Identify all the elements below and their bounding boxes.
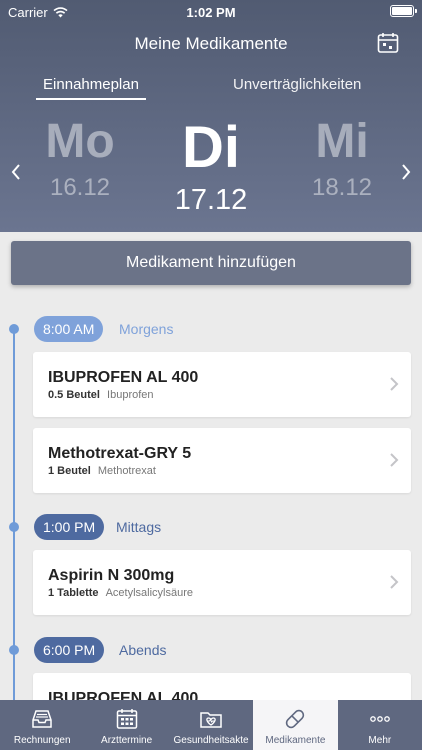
health-folder-icon	[200, 712, 222, 728]
medication-substance: Acetylsalicylsäure	[105, 587, 194, 599]
medication-name: IBUPROFEN AL 400	[48, 369, 199, 386]
day-previous-date: 16.12	[49, 174, 111, 201]
calendar-icon[interactable]	[376, 31, 400, 55]
tabbar-item-medikamente[interactable]: Medikamente	[253, 700, 338, 750]
chevron-right-icon	[390, 575, 399, 589]
tab-unvertraeglichkeiten[interactable]: Unverträglichkeiten	[233, 76, 361, 93]
calendar-grid-icon	[116, 709, 137, 729]
tab-bar: Rechnungen Arzttermine Gesundheitsakte M…	[0, 700, 422, 750]
medication-dose: 1 Tablette	[48, 587, 99, 599]
tabbar-label: Mehr	[368, 735, 392, 746]
tabbar-item-gesundheitsakte[interactable]: Gesundheitsakte	[169, 700, 253, 750]
day-next-date: 18.12	[311, 174, 373, 201]
next-day-button[interactable]	[396, 160, 416, 184]
medication-name: Methotrexat-GRY 5	[48, 445, 192, 462]
chevron-right-icon	[402, 164, 411, 180]
time-pill-morning: 8:00 AM	[34, 316, 104, 342]
medication-card[interactable]: Aspirin N 300mg 1 Tablette Acetylsalicyl…	[33, 550, 411, 615]
tabbar-item-rechnungen[interactable]: Rechnungen	[0, 700, 84, 750]
medication-name: Aspirin N 300mg	[48, 567, 175, 584]
tabbar-label: Gesundheitsakte	[173, 735, 249, 746]
day-previous[interactable]: Mo 16.12	[30, 116, 130, 202]
pill-capsule-icon	[286, 709, 305, 729]
medication-detail: 1 Beutel Methotrexat	[48, 465, 156, 477]
day-current-date: 17.12	[174, 184, 248, 216]
time-pill-noon: 1:00 PM	[34, 514, 105, 540]
day-next-abbr: Mi	[315, 115, 369, 168]
tabbar-item-mehr[interactable]: Mehr	[338, 700, 422, 750]
medication-card[interactable]: Methotrexat-GRY 5 1 Beutel Methotrexat	[33, 428, 411, 493]
timeline-dot	[9, 324, 19, 334]
chevron-right-icon	[390, 453, 399, 467]
medication-detail: 1 Tablette Acetylsalicylsäure	[48, 587, 193, 599]
day-current: Di 17.12	[151, 116, 271, 217]
medication-substance: Ibuprofen	[107, 389, 154, 401]
page-title: Meine Medikamente	[134, 34, 288, 53]
time-label-evening: Abends	[119, 642, 167, 658]
medication-dose: 0.5 Beutel	[48, 389, 100, 401]
medication-detail: 0.5 Beutel Ibuprofen	[48, 389, 154, 401]
tabbar-item-arzttermine[interactable]: Arzttermine	[84, 700, 168, 750]
more-dots-icon	[369, 716, 390, 722]
inbox-tray-icon	[32, 710, 52, 728]
header: Carrier 1:02 PM Meine Medikamente Einnah…	[0, 0, 422, 232]
medication-substance: Methotrexat	[97, 465, 156, 477]
day-previous-abbr: Mo	[45, 115, 115, 168]
tabbar-label: Arzttermine	[101, 735, 153, 746]
day-next[interactable]: Mi 18.12	[292, 116, 392, 202]
time-label-noon: Mittags	[116, 519, 162, 535]
timeline-dot	[9, 645, 19, 655]
medication-card[interactable]: IBUPROFEN AL 400 0.5 Beutel Ibuprofen	[33, 352, 411, 417]
tabbar-label: Medikamente	[265, 735, 326, 746]
tabbar-label: Rechnungen	[13, 735, 71, 746]
time-label-morning: Morgens	[119, 321, 174, 337]
timeline-dot	[9, 522, 19, 532]
chevron-left-icon	[11, 164, 20, 180]
tab-einnahmeplan[interactable]: Einnahmeplan	[36, 76, 146, 100]
status-bar: Carrier 1:02 PM	[0, 0, 422, 24]
segment-tabs: Einnahmeplan Unverträglichkeiten	[0, 74, 422, 100]
medication-dose: 1 Beutel	[48, 465, 91, 477]
day-current-abbr: Di	[182, 115, 240, 180]
previous-day-button[interactable]	[6, 160, 26, 184]
status-time: 1:02 PM	[186, 5, 236, 20]
add-medication-button[interactable]: Medikament hinzufügen	[11, 241, 411, 285]
battery-icon	[390, 5, 417, 17]
chevron-right-icon	[390, 377, 399, 391]
time-pill-evening: 6:00 PM	[34, 637, 105, 663]
